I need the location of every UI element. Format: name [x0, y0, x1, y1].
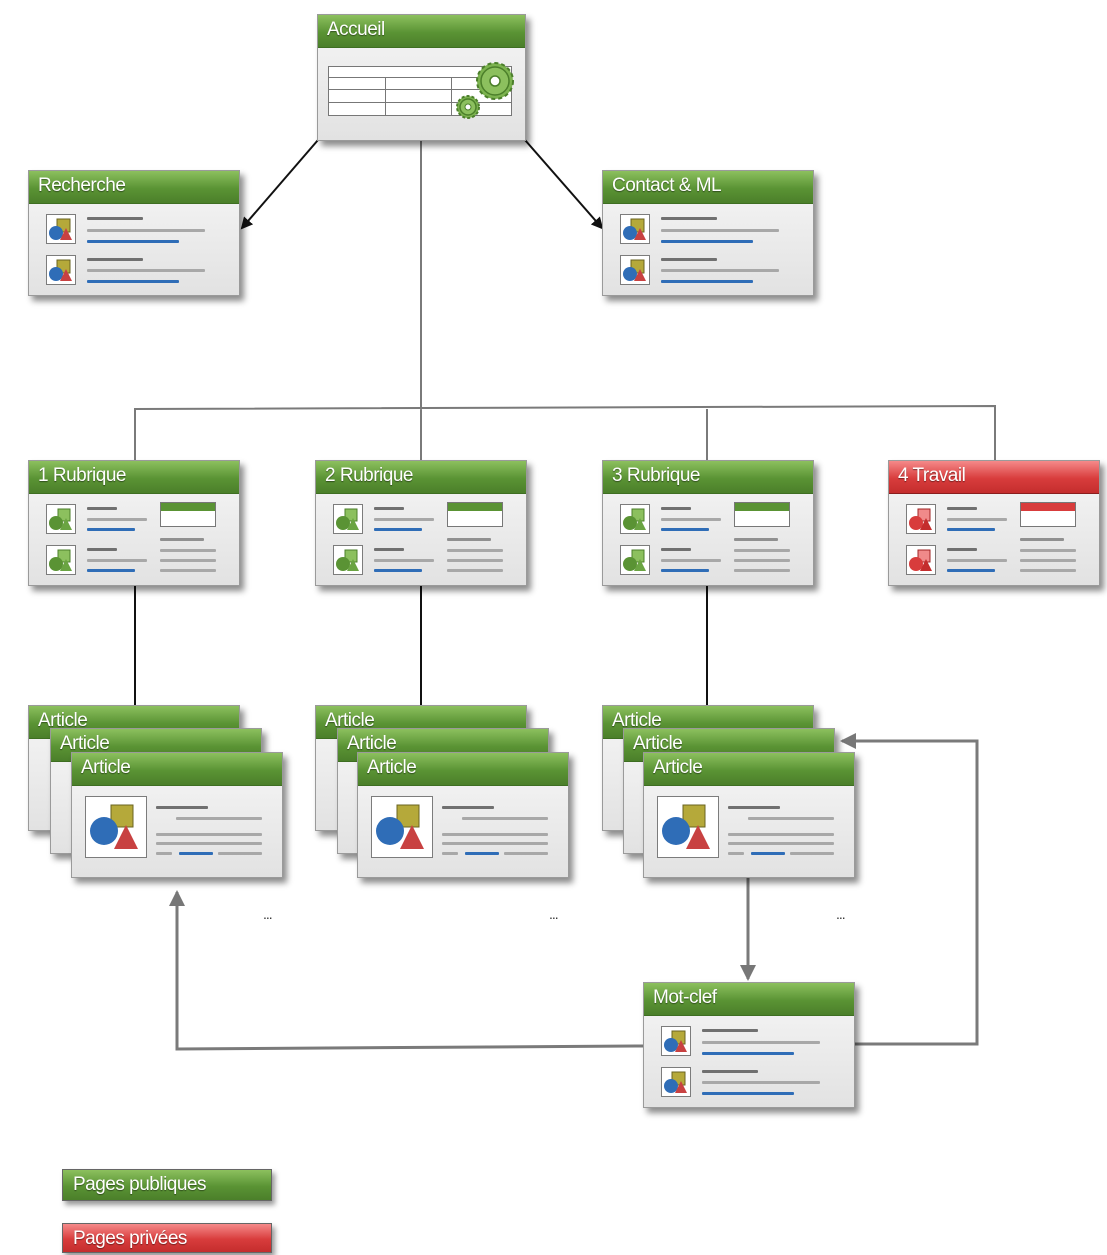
featured-block: [1020, 502, 1076, 527]
node-contact[interactable]: Contact & ML: [602, 170, 814, 296]
node-title: Article: [358, 753, 568, 786]
media-thumbnail-icon: [333, 545, 363, 575]
media-thumbnail-icon: [46, 504, 76, 534]
node-title: Contact & ML: [603, 171, 813, 204]
node-rubrique-1[interactable]: 1 Rubrique: [28, 460, 240, 586]
media-thumbnail-icon: [657, 796, 719, 858]
node-rubrique-2[interactable]: 2 Rubrique: [315, 460, 527, 586]
media-thumbnail-icon: [46, 255, 76, 285]
legend-private-pages: Pages privées: [62, 1223, 272, 1253]
edge-motclef-article1: [169, 890, 644, 1051]
edge-accueil-recherche: [240, 139, 319, 230]
more-articles-ellipsis: ...: [836, 906, 846, 922]
media-thumbnail-icon: [620, 214, 650, 244]
node-title: 4 Travail: [889, 461, 1099, 494]
media-thumbnail-icon: [906, 504, 936, 534]
site-map-diagram: Accueil Recherche Contact & ML 1 Rubriqu…: [0, 0, 1107, 1255]
node-title: Article: [644, 753, 854, 786]
media-thumbnail-icon: [661, 1067, 691, 1097]
edge-accueil-contact: [524, 139, 604, 230]
legend-public-pages: Pages publiques: [62, 1169, 272, 1201]
media-thumbnail-icon: [661, 1026, 691, 1056]
featured-block: [447, 502, 503, 527]
node-motclef[interactable]: Mot-clef: [643, 982, 855, 1108]
media-thumbnail-icon: [371, 796, 433, 858]
media-thumbnail-icon: [85, 796, 147, 858]
edge-accueil-rubriques: [134, 140, 996, 460]
media-thumbnail-icon: [46, 214, 76, 244]
edge-motclef-article3: [840, 733, 979, 1046]
node-article[interactable]: Article: [357, 752, 569, 878]
node-title: Article: [72, 753, 282, 786]
featured-block: [734, 502, 790, 527]
node-accueil[interactable]: Accueil: [317, 14, 526, 141]
media-thumbnail-icon: [620, 504, 650, 534]
node-article[interactable]: Article: [71, 752, 283, 878]
node-title: 1 Rubrique: [29, 461, 239, 494]
media-thumbnail-icon: [333, 504, 363, 534]
node-travail[interactable]: 4 Travail: [888, 460, 1100, 586]
featured-block: [160, 502, 216, 527]
more-articles-ellipsis: ...: [549, 906, 559, 922]
media-thumbnail-icon: [620, 255, 650, 285]
node-title: Recherche: [29, 171, 239, 204]
node-recherche[interactable]: Recherche: [28, 170, 240, 296]
gear-icon: [456, 62, 514, 119]
node-article[interactable]: Article: [643, 752, 855, 878]
node-title: Mot-clef: [644, 983, 854, 1016]
node-rubrique-3[interactable]: 3 Rubrique: [602, 460, 814, 586]
node-title: Accueil: [318, 15, 525, 48]
media-thumbnail-icon: [620, 545, 650, 575]
media-thumbnail-icon: [46, 545, 76, 575]
media-thumbnail-icon: [906, 545, 936, 575]
more-articles-ellipsis: ...: [263, 906, 273, 922]
node-title: 3 Rubrique: [603, 461, 813, 494]
node-title: 2 Rubrique: [316, 461, 526, 494]
